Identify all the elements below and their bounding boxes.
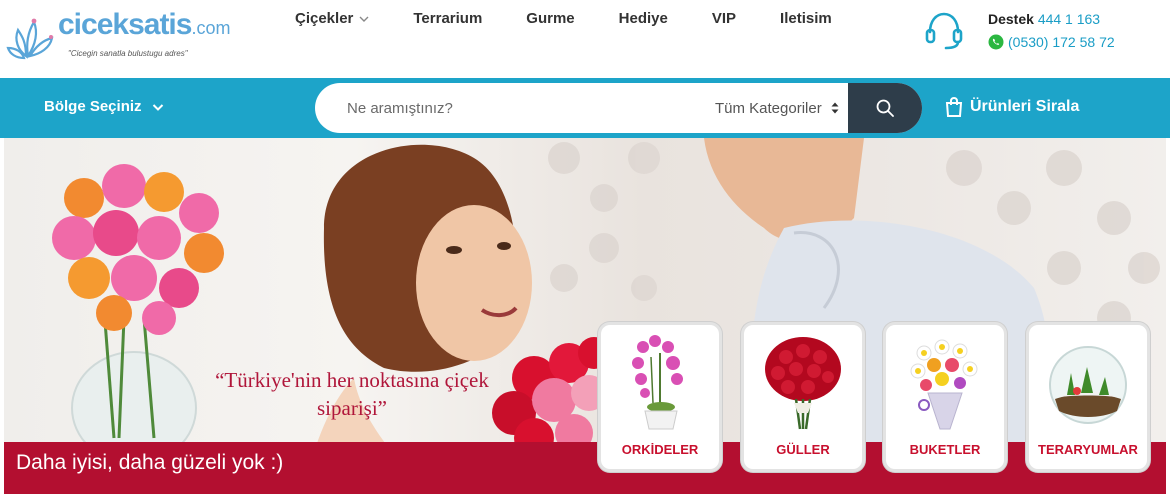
nav-item-terrarium[interactable]: Terrarium: [413, 10, 482, 27]
search-box: Tüm Kategoriler: [315, 83, 922, 133]
nav-item-gurme[interactable]: Gurme: [526, 10, 574, 27]
region-label: Bölge Seçiniz: [44, 98, 142, 115]
category-card-label: GÜLLER: [776, 442, 830, 457]
hero-slogan: Daha iyisi, daha güzeli yok :): [16, 451, 284, 474]
search-input[interactable]: [315, 83, 705, 133]
category-select[interactable]: Tüm Kategoriler: [715, 83, 847, 133]
sort-label: Ürünleri Sirala: [970, 98, 1080, 115]
shopping-bag-icon: [945, 96, 963, 117]
main-nav: Çiçekler Terrarium Gurme Hediye VIP Ilet…: [295, 10, 876, 27]
search-button[interactable]: [848, 83, 922, 133]
category-select-value: Tüm Kategoriler: [715, 99, 822, 117]
nav-item-vip[interactable]: VIP: [712, 10, 736, 27]
support-phone[interactable]: Destek 444 1 163: [988, 11, 1100, 27]
select-arrows-icon: [831, 101, 839, 115]
chevron-down-icon: [359, 16, 369, 22]
region-selector[interactable]: Bölge Seçiniz: [44, 98, 164, 115]
support-label: Destek: [988, 11, 1034, 27]
logo-tagline: "Cicegin sanatla bulustugu adres": [68, 49, 188, 58]
nav-item-label: Çiçekler: [295, 10, 354, 27]
flower-logo-icon: [6, 18, 54, 60]
roses-icon: [765, 337, 841, 430]
support-phone-number[interactable]: 444 1 163: [1038, 11, 1100, 27]
whatsapp-icon: [988, 34, 1004, 50]
support-info: Destek 444 1 163 (0530) 172 58 72: [922, 8, 1162, 58]
headset-icon: [925, 12, 963, 50]
logo-wordmark: ciceksatis.com: [58, 8, 231, 41]
site-header: ciceksatis.com "Cicegin sanatla bulustug…: [0, 0, 1170, 78]
search-bar-row: Bölge Seçiniz Tüm Kategoriler Ürünleri S…: [0, 78, 1170, 138]
nav-item-hediye[interactable]: Hediye: [619, 10, 668, 27]
whatsapp-number: (0530) 172 58 72: [1008, 34, 1115, 50]
terrarium-icon: [1049, 346, 1127, 424]
category-card-roses[interactable]: GÜLLER: [741, 322, 865, 472]
nav-item-iletisim[interactable]: Iletisim: [780, 10, 832, 27]
hero-quote: “Türkiye'nin her noktasına çiçek sipariş…: [215, 368, 489, 420]
category-card-bouquets[interactable]: BUKETLER: [883, 322, 1007, 472]
nav-item-cicekler[interactable]: Çiçekler: [295, 10, 369, 27]
hero-banner[interactable]: “Türkiye'nin her noktasına çiçek sipariş…: [4, 138, 1166, 494]
chevron-down-icon: [152, 103, 163, 111]
bouquet-icon: [910, 339, 978, 430]
whatsapp-contact[interactable]: (0530) 172 58 72: [988, 34, 1115, 50]
category-card-orchids[interactable]: ORKİDELER: [598, 322, 722, 472]
category-card-terrariums[interactable]: TERARYUMLAR: [1026, 322, 1150, 472]
sort-products-button[interactable]: Ürünleri Sirala: [944, 96, 1079, 118]
category-card-label: BUKETLER: [909, 442, 981, 457]
search-icon: [876, 99, 894, 117]
category-card-label: TERARYUMLAR: [1038, 442, 1138, 457]
orchid-icon: [632, 335, 683, 430]
category-card-label: ORKİDELER: [621, 442, 699, 457]
site-logo[interactable]: ciceksatis.com "Cicegin sanatla bulustug…: [4, 4, 244, 66]
